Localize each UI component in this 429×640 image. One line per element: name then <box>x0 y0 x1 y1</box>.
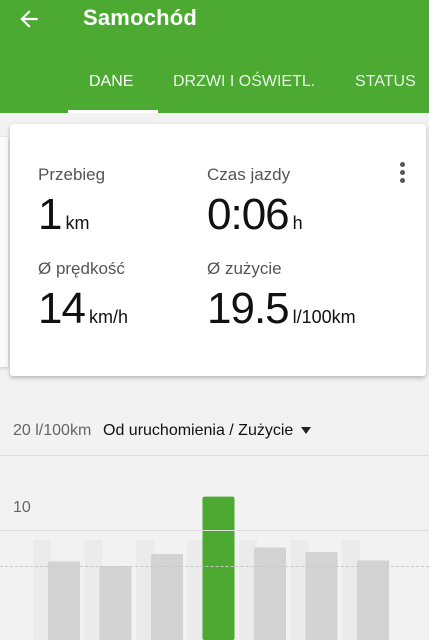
app-bar: Samochód DANE DRZWI I OŚWIETL. STATUS <box>0 0 429 113</box>
chart-bar[interactable] <box>99 566 132 640</box>
avg-consumption-stat: Ø zużycie 19.5 l/100km <box>207 259 356 334</box>
mileage-value: 1 <box>38 190 63 239</box>
chart-gridline-top <box>0 455 429 456</box>
tab-status[interactable]: STATUS <box>355 73 416 91</box>
previous-card-edge[interactable] <box>0 137 8 367</box>
avg-speed-label: Ø prędkość <box>38 259 125 278</box>
chart-bar[interactable] <box>357 560 389 640</box>
avg-speed-value: 14 <box>38 284 86 333</box>
drive-time-label: Czas jazdy <box>207 165 291 184</box>
chart-gridline-mid <box>0 530 429 531</box>
active-tab-indicator <box>68 110 158 113</box>
chart-average-line <box>0 566 429 567</box>
tab-bar: DANE DRZWI I OŚWIETL. STATUS <box>0 60 429 113</box>
mileage-label: Przebieg <box>38 165 106 184</box>
y-axis-label-mid: 10 <box>13 499 31 516</box>
back-arrow-icon[interactable] <box>16 6 42 32</box>
more-options-icon[interactable] <box>398 162 406 184</box>
avg-consumption-unit: l/100km <box>292 307 356 327</box>
y-axis-label-max: 20 l/100km <box>13 422 92 439</box>
avg-consumption-value: 19.5 <box>207 284 290 333</box>
drive-time-stat: Czas jazdy 0:06 h <box>207 165 303 240</box>
chart-selector-label: Od uruchomienia / Zużycie <box>103 422 294 439</box>
mileage-unit: km <box>65 213 90 233</box>
avg-speed-unit: km/h <box>88 307 128 327</box>
chart-bar[interactable] <box>254 547 286 640</box>
tab-drzwi-oswietlenie[interactable]: DRZWI I OŚWIETL. <box>173 73 315 91</box>
dropdown-caret-icon <box>301 427 312 435</box>
page-title: Samochód <box>83 5 198 30</box>
mileage-stat: Przebieg 1 km <box>38 165 105 240</box>
drive-time-unit: h <box>292 213 303 233</box>
chart-bar[interactable] <box>48 561 80 640</box>
avg-consumption-label: Ø zużycie <box>207 259 282 278</box>
tab-dane[interactable]: DANE <box>89 73 133 91</box>
drive-time-value: 0:06 <box>207 190 290 239</box>
chart-bar-selected[interactable] <box>202 496 235 640</box>
chart-period-selector[interactable]: Od uruchomienia / Zużycie <box>103 422 312 440</box>
trip-stats-card: Przebieg 1 km Czas jazdy 0:06 h Ø prędkość… <box>10 124 426 376</box>
avg-speed-stat: Ø prędkość 14 km/h <box>38 259 128 334</box>
consumption-chart: 20 l/100km 10 Od uruchomienia / Zużycie <box>0 400 429 640</box>
